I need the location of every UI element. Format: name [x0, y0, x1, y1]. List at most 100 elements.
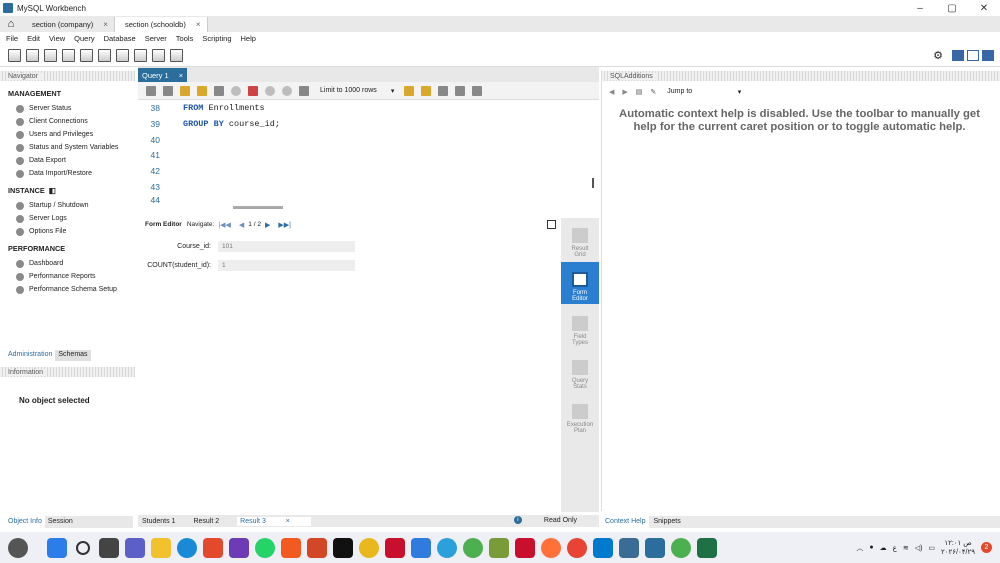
tray-app-icon[interactable]: ● — [869, 544, 873, 551]
menu-query[interactable]: Query — [74, 34, 94, 43]
menu-file[interactable]: File — [6, 34, 18, 43]
menu-server[interactable]: Server — [145, 34, 167, 43]
create-schema-icon[interactable] — [62, 49, 75, 62]
execute-icon[interactable] — [180, 85, 190, 96]
limit-rows-select[interactable]: Limit to 1000 rows ▾ — [318, 85, 396, 97]
forward-icon[interactable]: ▶ — [622, 88, 627, 96]
form-layout-icon[interactable] — [547, 220, 556, 229]
chrome-green-icon[interactable] — [671, 537, 691, 558]
back-icon[interactable]: ◀ — [609, 88, 614, 96]
close-button[interactable]: ✕ — [968, 0, 1000, 16]
firefox-icon[interactable] — [541, 537, 561, 558]
excel-icon[interactable] — [697, 537, 717, 558]
acrobat-icon[interactable] — [515, 537, 535, 558]
create-view-icon[interactable] — [98, 49, 111, 62]
nav-data-import[interactable]: Data Import/Restore — [8, 167, 135, 180]
result-grid-button[interactable]: Result Grid — [561, 218, 599, 260]
store-icon[interactable] — [203, 537, 223, 558]
gear-icon[interactable]: ⚙ — [933, 49, 943, 62]
connection-tab-company[interactable]: section (company) × — [22, 17, 115, 32]
tab-schemas[interactable]: Schemas — [55, 350, 91, 361]
open-file-icon[interactable] — [146, 85, 156, 96]
arduino-icon[interactable] — [645, 537, 665, 558]
menu-scripting[interactable]: Scripting — [202, 34, 231, 43]
nav-server-status[interactable]: Server Status — [8, 102, 135, 115]
nav-performance-schema[interactable]: Performance Schema Setup — [8, 283, 135, 296]
tab-students-1[interactable]: Students 1 — [142, 518, 175, 525]
nav-status-variables[interactable]: Status and System Variables — [8, 141, 135, 154]
docs-icon[interactable] — [411, 537, 431, 558]
close-tab-icon[interactable]: × — [286, 518, 290, 525]
find-icon[interactable] — [438, 85, 449, 96]
task-view-icon[interactable] — [99, 537, 119, 558]
execute-current-icon[interactable] — [197, 85, 207, 96]
maximize-button[interactable]: ▢ — [936, 0, 968, 16]
search-icon[interactable] — [76, 540, 90, 555]
nav-options-file[interactable]: Options File — [8, 225, 135, 238]
autocommit-icon[interactable] — [299, 85, 309, 96]
tab-object-info[interactable]: Object Info — [5, 516, 45, 528]
toggle-continue-on-error-icon[interactable] — [248, 85, 258, 96]
menu-help[interactable]: Help — [241, 34, 256, 43]
field-types-button[interactable]: Field Types — [561, 306, 599, 348]
open-sql-script-icon[interactable] — [26, 49, 39, 62]
commit-icon[interactable] — [265, 85, 275, 96]
form-editor-button[interactable]: Form Editor — [561, 262, 599, 304]
start-icon[interactable] — [47, 537, 67, 558]
clock[interactable]: ۱۲:۰۱ ص ۲۰۲۶/۰۴/۲۹ — [941, 539, 975, 557]
inspector-icon[interactable] — [44, 49, 57, 62]
battery-icon[interactable]: ▭ — [928, 544, 935, 552]
stop-icon[interactable] — [231, 85, 241, 96]
tab-session[interactable]: Session — [45, 516, 76, 528]
chrome-icon[interactable] — [359, 537, 379, 558]
editor-vertical-scrollbar[interactable] — [592, 178, 594, 188]
new-sql-tab-icon[interactable] — [8, 49, 21, 62]
menu-tools[interactable]: Tools — [176, 34, 194, 43]
nav-startup-shutdown[interactable]: Startup / Shutdown — [8, 199, 135, 212]
toggle-secondary-sidebar-icon[interactable] — [982, 50, 994, 61]
nav-client-connections[interactable]: Client Connections — [8, 115, 135, 128]
chrome-alt-icon[interactable] — [567, 537, 587, 558]
last-record-icon[interactable]: ▶▶| — [278, 221, 291, 229]
brave-icon[interactable] — [281, 537, 301, 558]
beautify-icon[interactable] — [421, 85, 432, 96]
create-procedure-icon[interactable] — [116, 49, 129, 62]
cloud-icon[interactable]: ☁ — [880, 544, 887, 552]
tab-result-3[interactable]: Result 3 × — [237, 516, 311, 526]
vscode-icon[interactable] — [593, 537, 613, 558]
explain-icon[interactable] — [214, 85, 224, 96]
menu-view[interactable]: View — [49, 34, 65, 43]
tab-query-1[interactable]: Query 1 × — [138, 68, 188, 82]
query-stats-button[interactable]: Query Stats — [561, 350, 599, 392]
sql-editor[interactable]: 38 FROM Enrollments 39 GROUP BY course_id;… — [138, 100, 599, 208]
android-icon[interactable] — [489, 537, 509, 558]
file-explorer-icon[interactable] — [151, 537, 171, 558]
telegram-icon[interactable] — [437, 537, 457, 558]
connection-tab-schooldb[interactable]: section (schooldb) × — [114, 17, 208, 32]
search-table-data-icon[interactable] — [152, 49, 165, 62]
tab-snippets[interactable]: Snippets — [649, 516, 684, 528]
toggle-sidebar-icon[interactable] — [952, 50, 964, 61]
nav-users-privileges[interactable]: Users and Privileges — [8, 128, 135, 141]
close-tab-icon[interactable]: × — [196, 20, 201, 29]
chevron-up-icon[interactable]: ︿ — [856, 543, 863, 553]
close-tab-icon[interactable]: × — [103, 20, 108, 29]
nav-data-export[interactable]: Data Export — [8, 154, 135, 167]
powerpoint-icon[interactable] — [307, 537, 327, 558]
wps-icon[interactable] — [385, 537, 405, 558]
favorite-icon[interactable] — [404, 85, 415, 96]
create-function-icon[interactable] — [134, 49, 147, 62]
toggle-output-icon[interactable] — [967, 50, 979, 61]
notification-badge[interactable]: 2 — [981, 542, 992, 553]
volume-icon[interactable]: ◁) — [915, 544, 923, 552]
chrome-profile-icon[interactable] — [463, 537, 483, 558]
execution-plan-button[interactable]: Execution Plan — [561, 394, 599, 436]
menu-edit[interactable]: Edit — [27, 34, 40, 43]
close-tab-icon[interactable]: × — [179, 71, 183, 80]
tiktok-icon[interactable] — [333, 537, 353, 558]
invisible-chars-icon[interactable] — [455, 85, 466, 96]
jump-to-select[interactable]: Jump to ▾ — [664, 86, 744, 98]
first-record-icon[interactable]: |◀◀ — [218, 221, 231, 229]
save-icon[interactable] — [163, 85, 173, 96]
editor-horizontal-scrollbar[interactable] — [233, 206, 283, 209]
